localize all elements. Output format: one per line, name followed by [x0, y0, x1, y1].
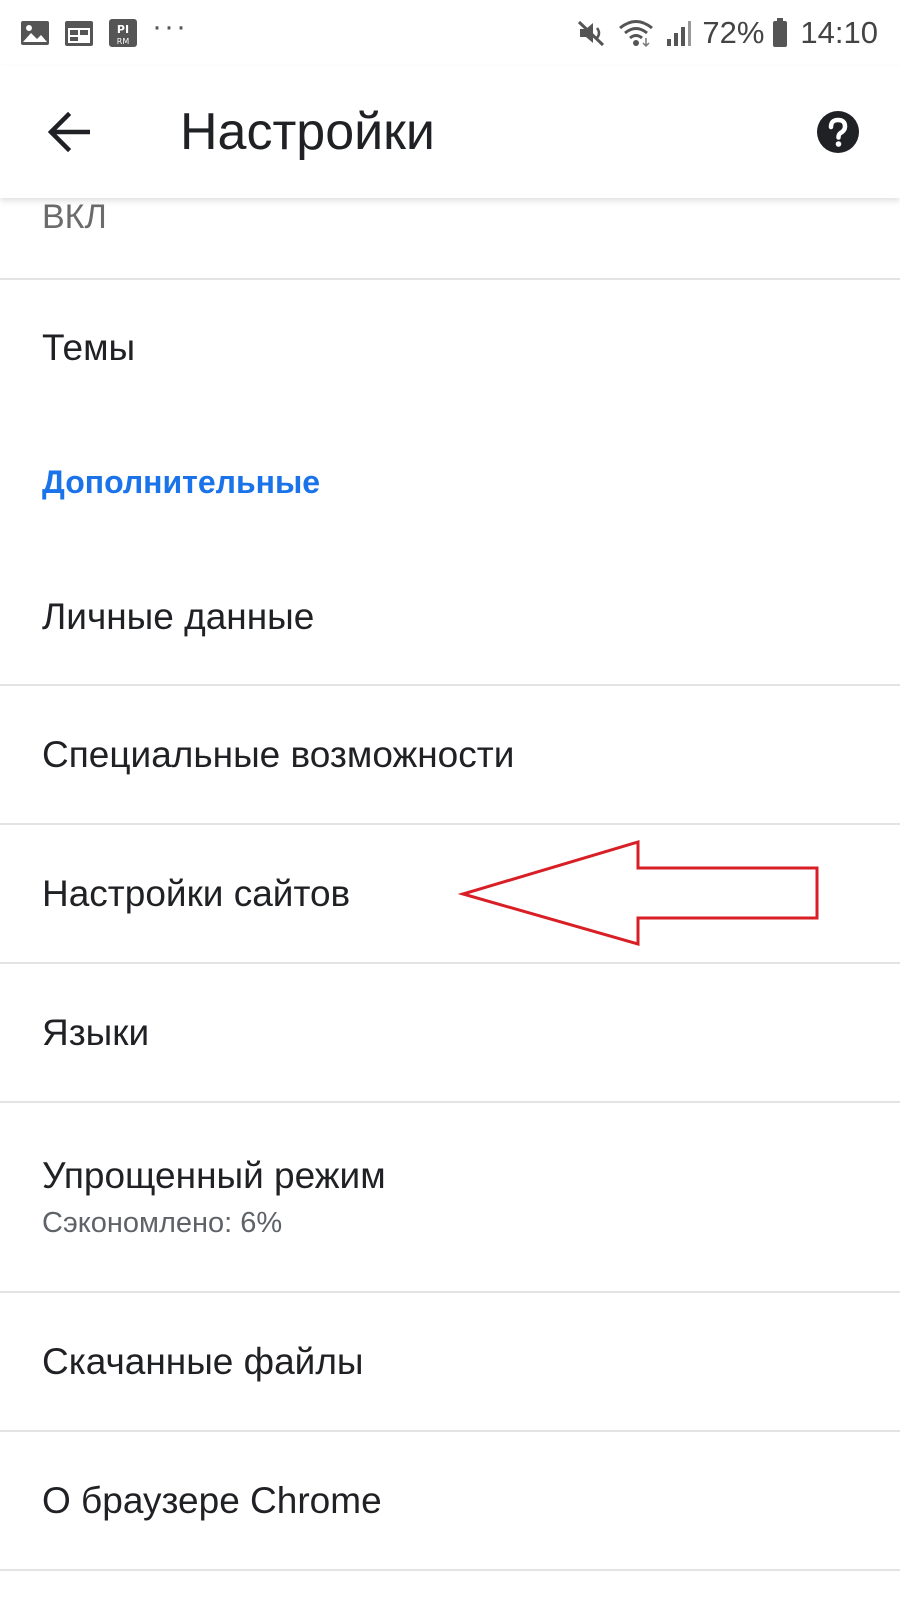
settings-item-label: Специальные возможности: [42, 733, 515, 775]
more-dots-icon: ···: [152, 10, 188, 43]
status-left: PI RM ···: [20, 12, 188, 48]
settings-item-personal-data[interactable]: Личные данные: [0, 550, 900, 686]
settings-item-summary: ВКЛ: [42, 198, 107, 236]
status-bar: PI RM ··· 72% 14:10: [0, 0, 900, 66]
annotation-arrow-icon: [457, 839, 819, 946]
settings-item-languages[interactable]: Языки: [0, 964, 900, 1103]
settings-item-about-chrome[interactable]: О браузере Chrome: [0, 1432, 900, 1571]
settings-item-label: Языки: [42, 1011, 150, 1053]
status-right: 72% 14:10: [576, 15, 878, 51]
mute-icon: [576, 18, 606, 48]
clock: 14:10: [800, 15, 878, 50]
page-title: Настройки: [180, 103, 435, 161]
settings-item-label: Темы: [42, 326, 136, 368]
settings-item-lite-mode[interactable]: Упрощенный режим Сэкономлено: 6%: [0, 1103, 900, 1293]
arrow-back-icon: [47, 112, 90, 152]
settings-item-label: Скачанные файлы: [42, 1340, 364, 1382]
svg-text:RM: RM: [117, 37, 130, 46]
settings-item-partial[interactable]: ВКЛ: [0, 198, 900, 280]
section-header-advanced: Дополнительные: [42, 464, 321, 500]
battery-icon: [772, 18, 788, 48]
calendar-icon: [64, 19, 94, 47]
signal-icon: [666, 19, 692, 47]
settings-item-themes[interactable]: Темы: [0, 280, 900, 415]
settings-item-downloads[interactable]: Скачанные файлы: [0, 1293, 900, 1432]
back-button[interactable]: [36, 100, 100, 164]
svg-text:PI: PI: [117, 23, 129, 36]
settings-item-label: Упрощенный режим: [42, 1154, 386, 1196]
settings-item-label: Настройки сайтов: [42, 872, 351, 914]
help-button[interactable]: [814, 108, 862, 156]
settings-item-label: О браузере Chrome: [42, 1479, 382, 1521]
battery-percent: 72%: [702, 15, 765, 50]
help-icon: [817, 111, 859, 153]
rm-app-icon: PI RM: [108, 18, 138, 48]
app-bar: Настройки: [0, 66, 900, 198]
settings-item-accessibility[interactable]: Специальные возможности: [0, 686, 900, 825]
settings-item-label: Личные данные: [42, 596, 315, 637]
settings-item-summary: Сэкономлено: 6%: [42, 1206, 283, 1239]
wifi-icon: [616, 18, 656, 48]
image-icon: [20, 20, 50, 46]
